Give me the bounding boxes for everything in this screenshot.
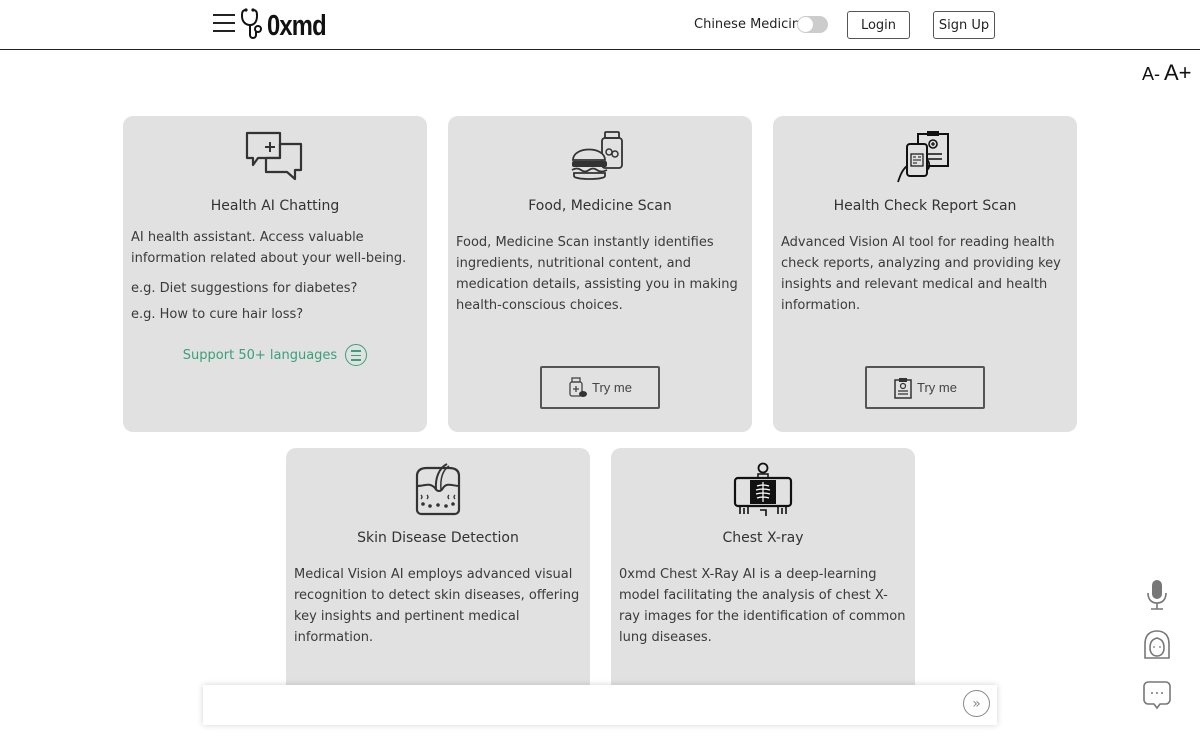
side-actions	[1142, 578, 1172, 728]
card-description: AI health assistant. Access valuable inf…	[131, 230, 407, 266]
signup-button[interactable]: Sign Up	[933, 11, 995, 39]
try-me-label: Try me	[592, 380, 632, 395]
card-title: Skin Disease Detection	[357, 530, 519, 546]
try-me-button[interactable]: Try me	[540, 366, 660, 409]
chinese-medicine-label: Chinese Medicine	[694, 17, 809, 32]
card-chest-xray[interactable]: Chest X-ray 0xmd Chest X-Ray AI is a dee…	[611, 448, 915, 708]
avatar-icon[interactable]	[1142, 628, 1172, 662]
chat-bar: »	[203, 685, 997, 725]
try-me-button[interactable]: Try me	[865, 366, 985, 409]
chinese-medicine-toggle[interactable]	[797, 16, 828, 33]
card-food-medicine-scan[interactable]: Food, Medicine Scan Food, Medicine Scan …	[448, 116, 752, 432]
card-title: Health AI Chatting	[210, 198, 340, 214]
language-list-icon[interactable]	[345, 344, 368, 366]
header: 0xmd Chinese Medicine Login Sign Up	[0, 0, 1200, 50]
support-text: Support 50+ languages	[182, 347, 338, 363]
clipboard-icon	[894, 377, 912, 399]
card-title: Health Check Report Scan	[833, 198, 1017, 214]
chat-bubbles-icon	[244, 130, 306, 186]
medicine-bottle-icon	[569, 376, 588, 397]
example-prompt[interactable]: e.g. Diet suggestions for diabetes?	[131, 281, 419, 296]
card-skin-disease-detection[interactable]: Skin Disease Detection Medical Vision AI…	[286, 448, 590, 708]
burger-medicine-icon	[569, 130, 631, 186]
font-increase-button[interactable]: A+	[1164, 60, 1192, 86]
phone-report-icon	[894, 130, 956, 186]
card-description: Advanced Vision AI tool for reading heal…	[781, 235, 1061, 313]
logo[interactable]: 0xmd	[240, 6, 339, 43]
card-description: 0xmd Chest X-Ray AI is a deep-learning m…	[619, 567, 906, 645]
toggle-knob	[798, 17, 813, 32]
hamburger-menu-icon[interactable]	[213, 14, 235, 34]
example-prompt[interactable]: e.g. How to cure hair loss?	[131, 307, 419, 322]
card-title: Food, Medicine Scan	[528, 198, 672, 214]
login-button[interactable]: Login	[847, 11, 910, 39]
card-title: Chest X-ray	[722, 530, 804, 546]
card-description: Medical Vision AI employs advanced visua…	[294, 567, 580, 645]
chat-input[interactable]	[213, 693, 953, 717]
chat-icon[interactable]	[1142, 678, 1172, 712]
card-health-ai-chatting[interactable]: Health AI Chatting AI health assistant. …	[123, 116, 427, 432]
chest-xray-icon	[732, 462, 794, 518]
double-chevron-right-icon[interactable]: »	[963, 690, 990, 717]
font-decrease-button[interactable]: A-	[1142, 64, 1160, 85]
language-support: Support 50+ languages	[123, 344, 427, 366]
card-description: Food, Medicine Scan instantly identifies…	[456, 235, 738, 313]
font-size-controls: A- A+	[1142, 60, 1192, 86]
card-health-check-report-scan[interactable]: Health Check Report Scan Advanced Vision…	[773, 116, 1077, 432]
logo-text: 0xmd	[267, 10, 327, 42]
stethoscope-icon	[240, 7, 262, 39]
microphone-icon[interactable]	[1142, 578, 1172, 612]
try-me-label: Try me	[917, 380, 957, 395]
skin-layer-icon	[407, 462, 469, 518]
